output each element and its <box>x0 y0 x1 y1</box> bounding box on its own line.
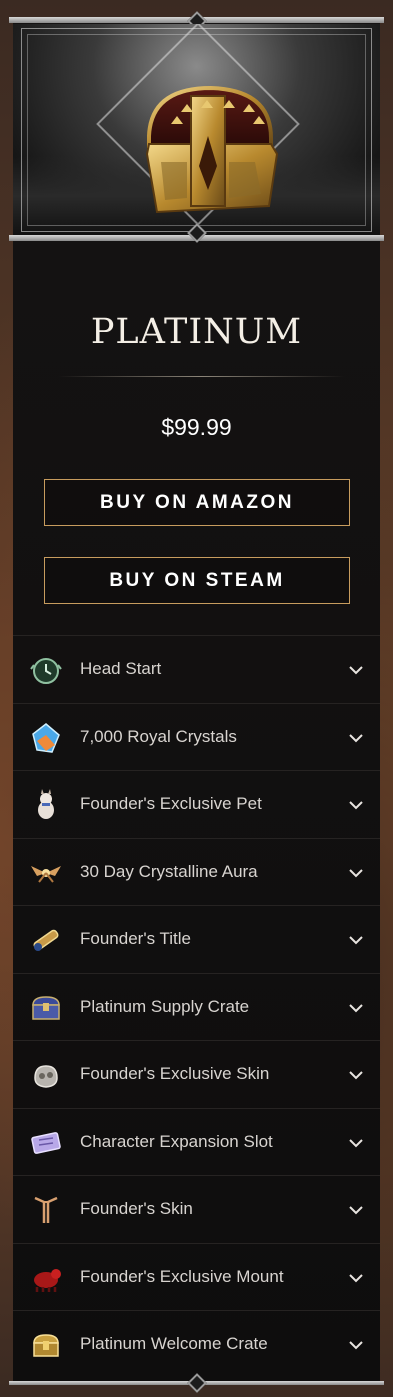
scroll-icon <box>29 923 63 957</box>
mount-icon <box>29 1261 63 1295</box>
feature-item-crystalline-aura[interactable]: 30 Day Crystalline Aura <box>13 837 380 906</box>
feature-item-exclusive-mount[interactable]: Founder's Exclusive Mount <box>13 1242 380 1311</box>
chevron-down-icon[interactable] <box>348 730 364 746</box>
emblem-icon <box>29 1193 63 1227</box>
chevron-down-icon[interactable] <box>348 1000 364 1016</box>
welcome-crate-icon <box>29 1328 63 1362</box>
buy-on-steam-button[interactable]: BUY ON STEAM <box>44 557 350 604</box>
chevron-down-icon[interactable] <box>348 1135 364 1151</box>
feature-label: Platinum Welcome Crate <box>80 1334 268 1354</box>
hero-image <box>13 24 380 236</box>
chevron-down-icon[interactable] <box>348 1202 364 1218</box>
chevron-down-icon[interactable] <box>348 1067 364 1083</box>
feature-item-supply-crate[interactable]: Platinum Supply Crate <box>13 972 380 1041</box>
skin-icon <box>29 1058 63 1092</box>
feature-item-head-start[interactable]: Head Start <box>13 635 380 703</box>
ticket-icon <box>29 1126 63 1160</box>
chevron-down-icon[interactable] <box>348 932 364 948</box>
feature-label: 30 Day Crystalline Aura <box>80 861 258 881</box>
feature-item-expansion-slot[interactable]: Character Expansion Slot <box>13 1107 380 1176</box>
pet-icon <box>29 788 63 822</box>
feature-list: Head Start 7,000 Royal Crystals Founder'… <box>13 635 380 1378</box>
chevron-down-icon[interactable] <box>348 865 364 881</box>
feature-label: 7,000 Royal Crystals <box>80 726 237 746</box>
feature-label: Head Start <box>80 659 162 679</box>
feature-item-exclusive-skin[interactable]: Founder's Exclusive Skin <box>13 1040 380 1108</box>
feature-label: Platinum Supply Crate <box>80 996 250 1016</box>
feature-item-founders-title[interactable]: Founder's Title <box>13 905 380 973</box>
chevron-down-icon[interactable] <box>348 797 364 813</box>
feature-label: Founder's Exclusive Pet <box>80 794 262 814</box>
feature-item-welcome-crate[interactable]: Platinum Welcome Crate <box>13 1310 380 1378</box>
clock-icon <box>29 653 63 687</box>
feature-item-royal-crystals[interactable]: 7,000 Royal Crystals <box>13 702 380 771</box>
feature-item-exclusive-pet[interactable]: Founder's Exclusive Pet <box>13 770 380 838</box>
buy-on-amazon-label: BUY ON AMAZON <box>100 491 294 513</box>
feature-item-founders-skin[interactable]: Founder's Skin <box>13 1175 380 1243</box>
chevron-down-icon[interactable] <box>348 662 364 678</box>
feature-label: Founder's Title <box>80 929 191 949</box>
title-divider <box>58 376 345 377</box>
feature-label: Founder's Exclusive Mount <box>80 1266 284 1286</box>
buy-on-amazon-button[interactable]: BUY ON AMAZON <box>44 479 350 526</box>
chevron-down-icon[interactable] <box>348 1337 364 1353</box>
crate-icon <box>29 991 63 1025</box>
price-label: $99.99 <box>161 414 232 440</box>
crystal-icon <box>29 721 63 755</box>
treasure-chest-image <box>121 66 291 231</box>
aura-icon <box>29 856 63 890</box>
chevron-down-icon[interactable] <box>348 1270 364 1286</box>
buy-on-steam-label: BUY ON STEAM <box>109 569 285 591</box>
feature-label: Character Expansion Slot <box>80 1131 273 1151</box>
tier-title: PLATINUM <box>90 312 303 352</box>
feature-label: Founder's Skin <box>80 1199 193 1219</box>
feature-label: Founder's Exclusive Skin <box>80 1064 270 1084</box>
